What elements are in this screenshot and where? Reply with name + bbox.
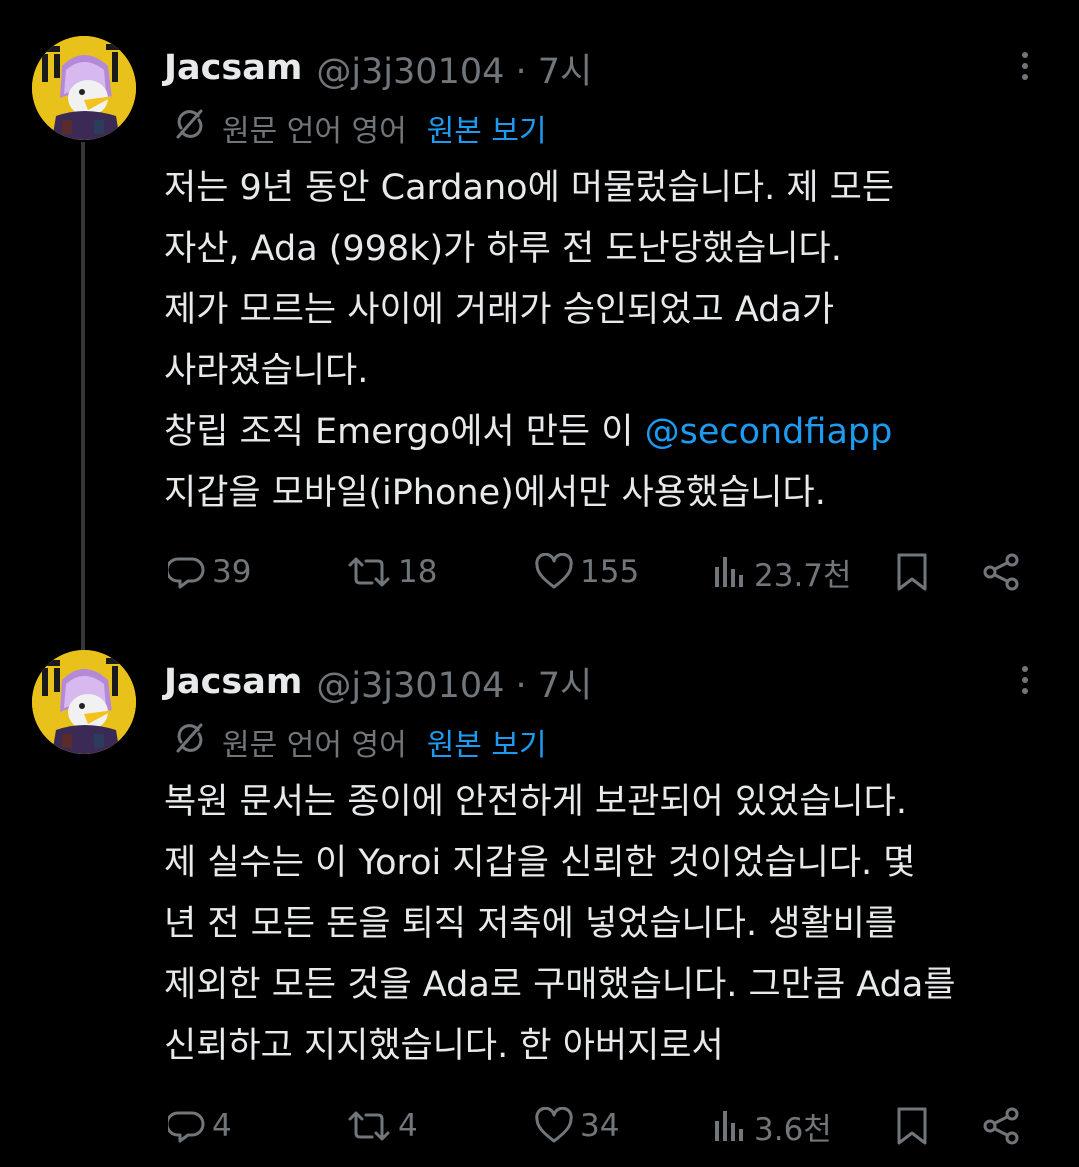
repost-button[interactable]: 18	[346, 542, 437, 602]
original-language-label: 원문 언어 영어	[222, 114, 407, 149]
author-handle-time[interactable]: @j3j30104 · 7시	[316, 43, 592, 94]
like-button[interactable]: 155	[534, 542, 639, 602]
like-count: 34	[580, 1108, 620, 1144]
text-line: 년 전 모든 돈을 퇴직 저축에 넣었습니다. 생활비를	[164, 904, 898, 944]
reply-button[interactable]: 39	[168, 542, 251, 602]
no-translate-icon	[172, 720, 208, 764]
view-count: 23.7천	[754, 557, 852, 594]
view-original-link[interactable]: 원본 보기	[427, 106, 547, 150]
like-button[interactable]: 34	[534, 1096, 619, 1156]
text-line: 신뢰하고 지지했습니다. 한 아버지로서	[164, 1026, 724, 1066]
tweet-header: Jacsam @j3j30104 · 7시	[164, 38, 592, 98]
text-line: 저는 9년 동안 Cardano에 머물렀습니다. 제 모든	[164, 168, 895, 208]
tweet-actions: 39 18 155 23.7천	[0, 542, 1079, 602]
original-language-label: 원문 언어 영어	[222, 728, 407, 763]
views-button[interactable]: 3.6천	[712, 1096, 832, 1156]
mention-link[interactable]: @secondfiapp	[645, 412, 893, 452]
more-options-icon[interactable]	[1015, 42, 1035, 90]
reply-icon	[168, 553, 206, 591]
heart-icon	[534, 553, 574, 591]
reply-count: 39	[212, 554, 252, 590]
no-translate-icon	[172, 106, 208, 150]
tweet-text: 복원 문서는 종이에 안전하게 보관되어 있었습니다. 제 실수는 이 Yoro…	[164, 772, 1044, 1077]
reply-icon	[168, 1107, 206, 1145]
bookmark-icon	[894, 1106, 930, 1146]
repost-button[interactable]: 4	[346, 1096, 418, 1156]
reply-count: 4	[212, 1108, 232, 1144]
views-icon	[712, 1107, 748, 1145]
author-name[interactable]: Jacsam	[164, 662, 302, 702]
bookmark-button[interactable]	[894, 542, 930, 602]
repost-count: 4	[398, 1108, 418, 1144]
share-icon	[980, 1106, 1022, 1146]
tweet-text: 저는 9년 동안 Cardano에 머물렀습니다. 제 모든 자산, Ada (…	[164, 158, 1044, 524]
repost-icon	[346, 553, 392, 591]
like-count: 155	[580, 554, 640, 590]
tweet-actions: 4 4 34 3.6천	[0, 1096, 1079, 1156]
avatar[interactable]	[32, 36, 136, 140]
translation-notice: 원문 언어 영어 원본 보기	[172, 714, 547, 770]
text-line: 제가 모르는 사이에 거래가 승인되었고 Ada가	[164, 290, 835, 330]
tweet-1[interactable]: Jacsam @j3j30104 · 7시 원문 언어 영어 원본 보기 저는 …	[0, 36, 1079, 616]
avatar[interactable]	[32, 650, 136, 754]
text-line: 자산, Ada (998k)가 하루 전 도난당했습니다.	[164, 229, 842, 269]
reply-button[interactable]: 4	[168, 1096, 232, 1156]
text-line: 지갑을 모바일(iPhone)에서만 사용했습니다.	[164, 473, 826, 513]
view-original-link[interactable]: 원본 보기	[427, 720, 547, 764]
view-count: 3.6천	[754, 1111, 832, 1148]
text-line: 사라졌습니다.	[164, 351, 369, 391]
views-icon	[712, 553, 748, 591]
text-line: 창립 조직 Emergo에서 만든 이 @secondfiapp	[164, 402, 1044, 463]
repost-count: 18	[398, 554, 438, 590]
tweet-header: Jacsam @j3j30104 · 7시	[164, 652, 592, 712]
share-button[interactable]	[980, 542, 1022, 602]
translation-notice: 원문 언어 영어 원본 보기	[172, 100, 547, 156]
share-button[interactable]	[980, 1096, 1022, 1156]
text-line: 제외한 모든 것을 Ada로 구매했습니다. 그만큼 Ada를	[164, 965, 956, 1005]
bookmark-icon	[894, 552, 930, 592]
more-options-icon[interactable]	[1015, 656, 1035, 704]
author-handle-time[interactable]: @j3j30104 · 7시	[316, 657, 592, 708]
text-line: 복원 문서는 종이에 안전하게 보관되어 있었습니다.	[164, 782, 907, 822]
text-segment: 창립 조직 Emergo에서 만든 이	[164, 412, 645, 452]
bookmark-button[interactable]	[894, 1096, 930, 1156]
author-name[interactable]: Jacsam	[164, 48, 302, 88]
tweet-2[interactable]: Jacsam @j3j30104 · 7시 원문 언어 영어 원본 보기 복원 …	[0, 650, 1079, 1167]
heart-icon	[534, 1107, 574, 1145]
share-icon	[980, 552, 1022, 592]
repost-icon	[346, 1107, 392, 1145]
views-button[interactable]: 23.7천	[712, 542, 852, 602]
text-line: 제 실수는 이 Yoroi 지갑을 신뢰한 것이었습니다. 몇	[164, 843, 916, 883]
